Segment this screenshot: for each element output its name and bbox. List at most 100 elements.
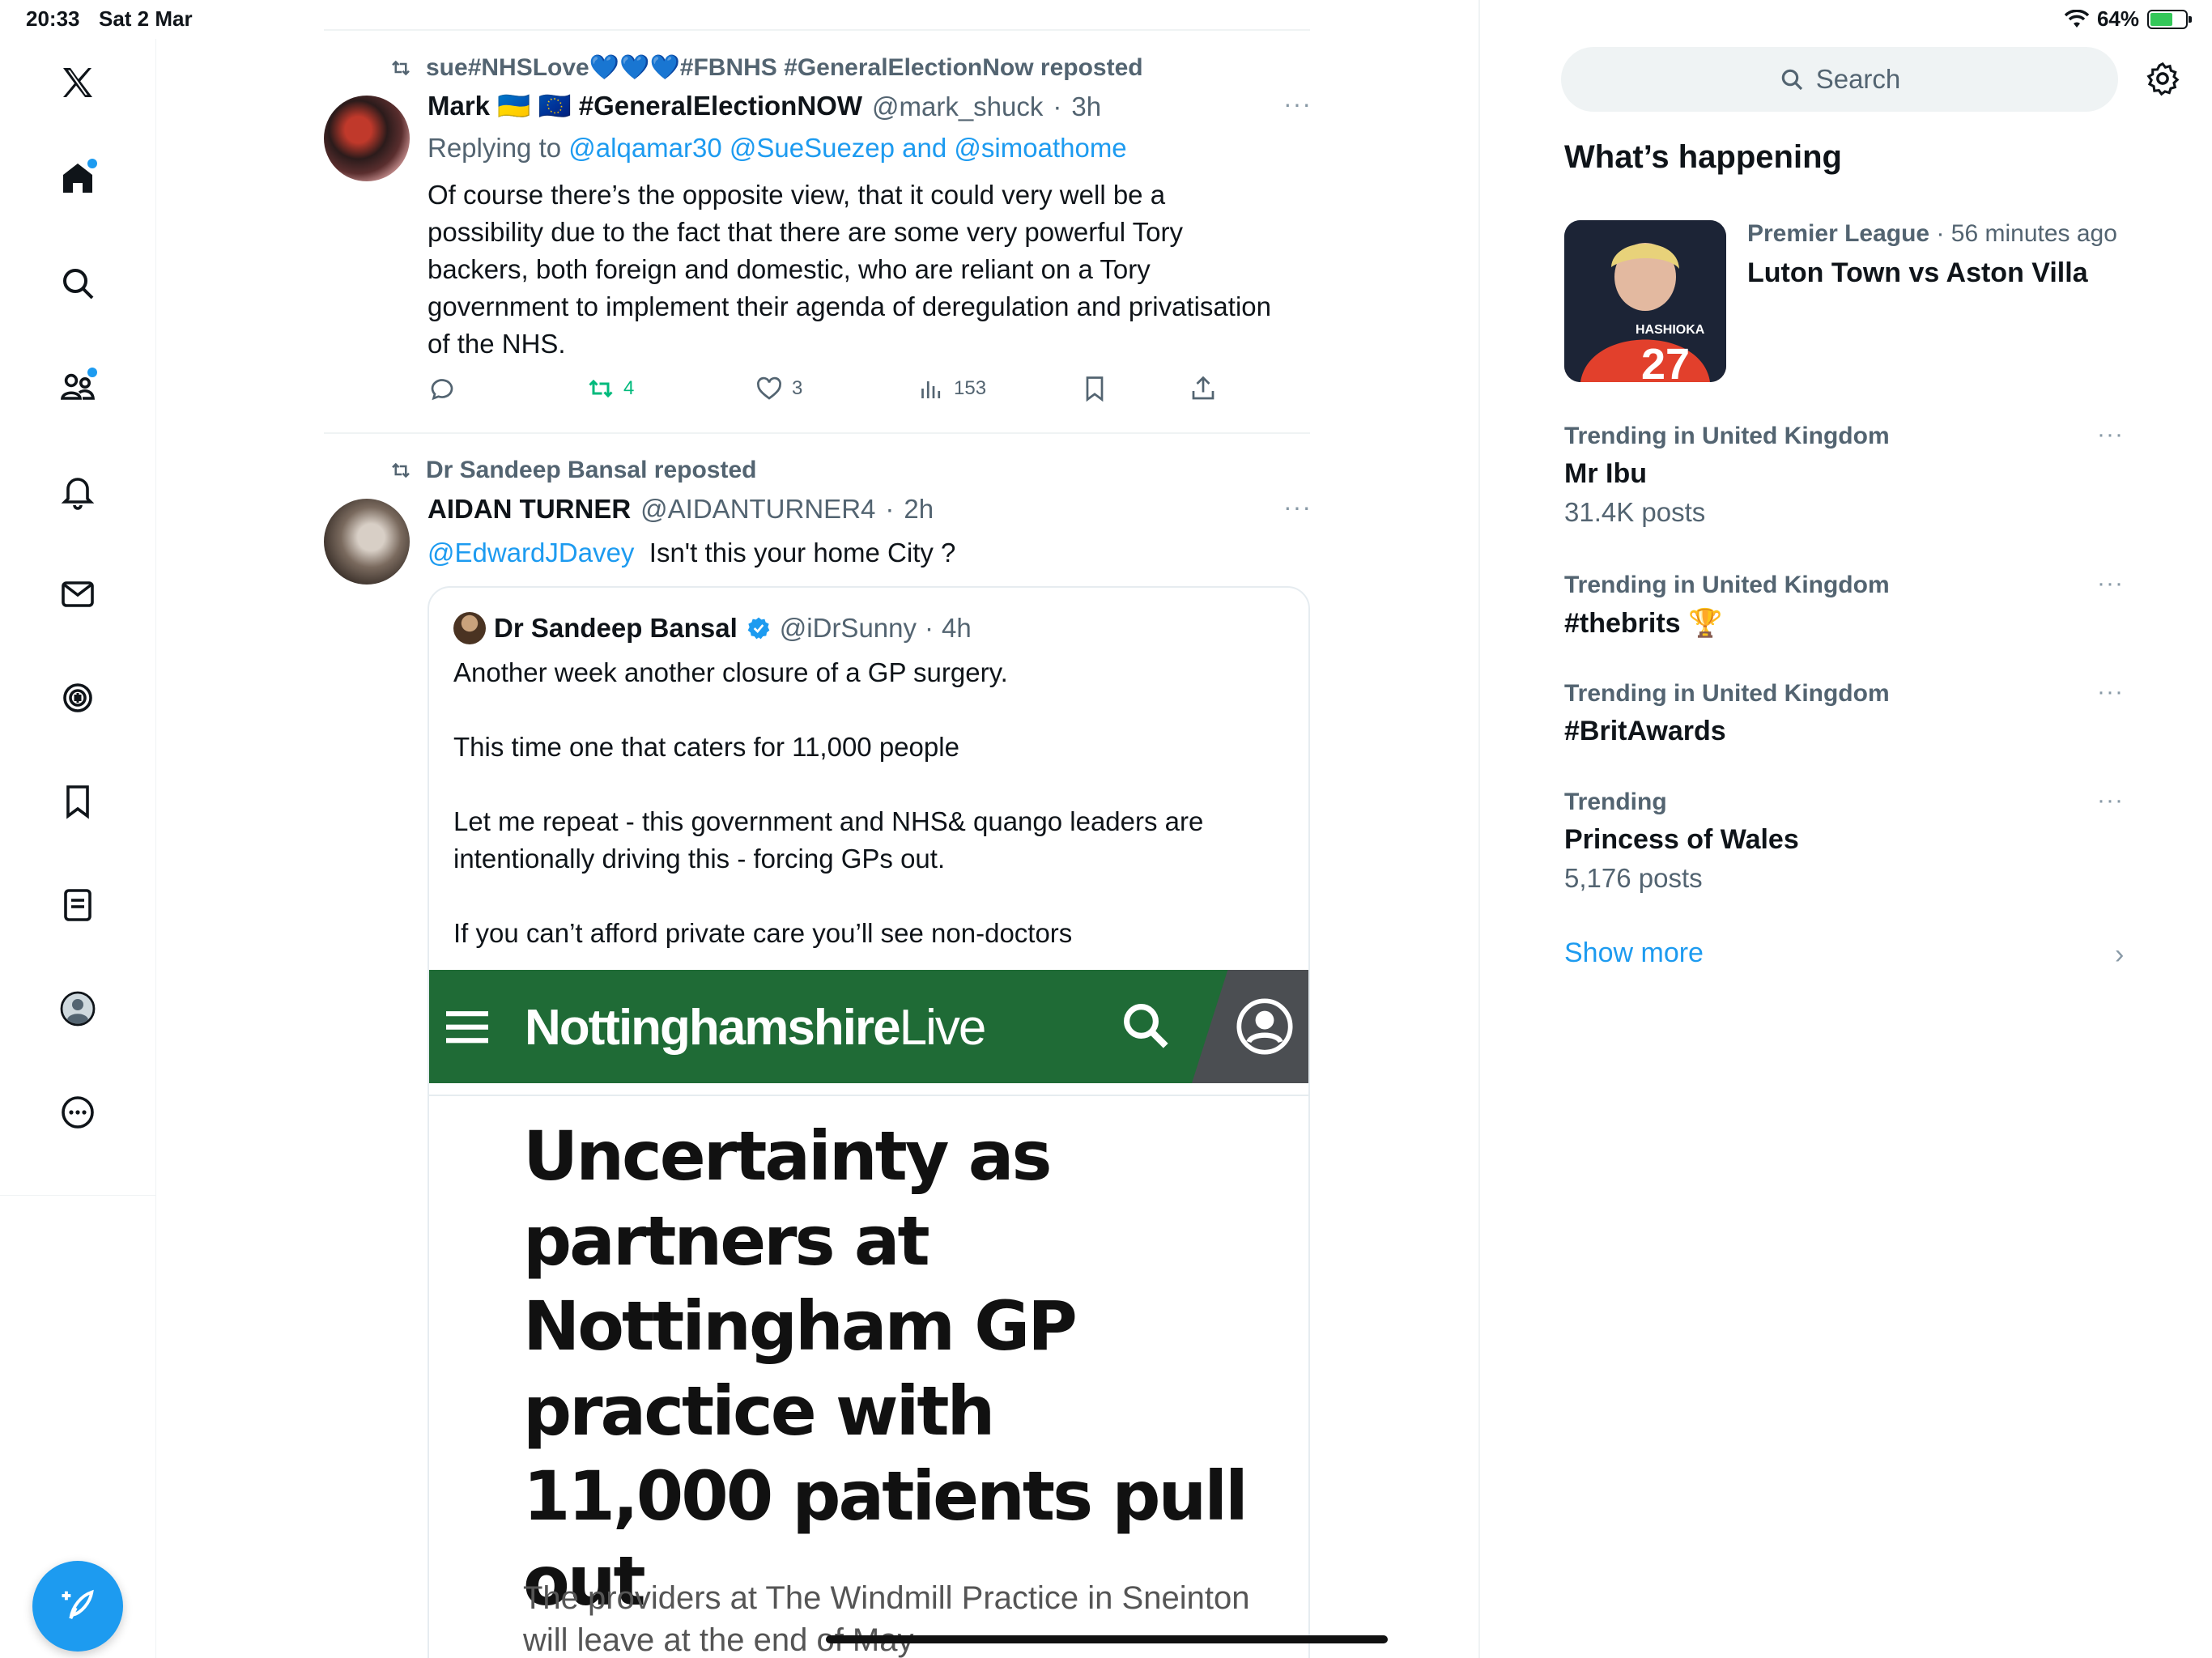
mention-link[interactable]: @EdwardJDavey <box>428 538 634 568</box>
featured-time: 56 minutes ago <box>1950 220 2117 247</box>
bookmark-button[interactable] <box>1080 374 1109 403</box>
replying-to: Replying to @alqamar30 @SueSuezep and @s… <box>428 133 1127 164</box>
reply-icon <box>431 379 453 401</box>
search-input[interactable]: Search <box>1561 47 2118 112</box>
repost-indicator: sue#NHSLove💙💙💙#FBNHS #GeneralElectionNow… <box>387 53 1143 82</box>
quoted-text: Another week another closure of a GP sur… <box>453 654 1287 989</box>
tweet-header: Mark 🇺🇦 🇪🇺 #GeneralElectionNOW @mark_shu… <box>428 91 1102 122</box>
featured-trend-title: Luton Town vs Aston Villa <box>1747 257 2088 288</box>
tweet-divider <box>324 432 1310 434</box>
author-avatar[interactable] <box>324 96 410 181</box>
author-handle[interactable]: @mark_shuck <box>872 91 1043 122</box>
trend-more-icon[interactable]: ··· <box>2097 678 2124 706</box>
like-button[interactable]: 3 <box>755 374 802 403</box>
trend-category: Trending <box>1564 789 1667 815</box>
featured-category: Premier League <box>1747 220 1930 247</box>
replying-prefix: Replying to <box>428 133 562 163</box>
share-icon <box>1192 376 1214 400</box>
author-avatar[interactable] <box>324 499 410 585</box>
bookmarks-icon[interactable] <box>47 771 108 832</box>
profile-avatar-icon[interactable] <box>47 978 108 1039</box>
battery-icon <box>2147 9 2192 29</box>
quoted-paragraph: Another week another closure of a GP sur… <box>453 657 1008 687</box>
nottinghamshire-live-logo: NottinghamshireLive <box>525 1000 986 1056</box>
explore-search-icon[interactable] <box>47 253 108 314</box>
repost-icon <box>392 60 410 75</box>
trend-name: Mr Ibu <box>1564 458 1647 489</box>
notifications-bell-icon[interactable] <box>47 460 108 521</box>
tweet-actions: 4 3 153 <box>428 374 1237 414</box>
views-chart-icon <box>921 381 941 398</box>
column-divider <box>1478 0 1480 1658</box>
lists-icon[interactable] <box>47 874 108 936</box>
messages-envelope-icon[interactable] <box>47 563 108 625</box>
trend-posts: 31.4K posts <box>1564 497 1706 527</box>
trend-category: Trending in United Kingdom <box>1564 680 1890 707</box>
spaces-icon[interactable] <box>47 667 108 729</box>
quoted-tweet[interactable]: Dr Sandeep Bansal @iDrSunny · 4h Another… <box>428 586 1310 1658</box>
tweet-time: 3h <box>1071 91 1102 121</box>
quoted-paragraph: This time one that caters for 11,000 peo… <box>453 732 959 762</box>
repost-by-text: sue#NHSLove💙💙💙#FBNHS #GeneralElectionNow… <box>426 54 1143 81</box>
reply-button[interactable] <box>428 374 457 403</box>
retweet-button[interactable]: 4 <box>586 374 634 403</box>
compose-feather-icon <box>62 1589 94 1620</box>
communities-icon[interactable] <box>47 356 108 418</box>
views-button[interactable]: 153 <box>917 374 986 403</box>
quoted-header: Dr Sandeep Bansal @iDrSunny · 4h <box>453 612 972 644</box>
search-placeholder: Search <box>1815 64 1901 94</box>
nav-divider <box>0 1195 156 1196</box>
sidebar-nav <box>0 39 156 1658</box>
repost-by-text: Dr Sandeep Bansal reposted <box>426 457 757 483</box>
retweet-icon <box>589 379 613 398</box>
author-name[interactable]: Mark 🇺🇦 🇪🇺 #GeneralElectionNOW <box>428 91 862 122</box>
replying-to-handles[interactable]: @alqamar30 @SueSuezep and @simoathome <box>568 133 1126 163</box>
wifi-icon <box>2064 9 2089 28</box>
article-account-icon <box>1236 998 1293 1055</box>
home-icon[interactable] <box>47 147 108 209</box>
trend-name: #BritAwards <box>1564 716 1726 746</box>
status-date: Sat 2 Mar <box>99 6 193 31</box>
quoted-paragraph: If you can’t afford private care you’ll … <box>453 918 1073 948</box>
author-name[interactable]: AIDAN TURNER <box>428 494 631 525</box>
status-time: 20:33 <box>26 6 80 31</box>
featured-trend-meta: Premier League · 56 minutes ago <box>1747 220 2117 247</box>
tweet-text: Of course there’s the opposite view, tha… <box>428 180 1271 359</box>
tweet-more-icon[interactable]: ··· <box>1283 492 1312 522</box>
quoted-time: 4h <box>942 613 972 643</box>
featured-trend-image: HASHIOKA 27 <box>1564 220 1726 382</box>
quoted-author-name: Dr Sandeep Bansal <box>494 613 738 643</box>
battery-percent: 64% <box>2096 6 2139 31</box>
settings-gear-icon[interactable] <box>2144 60 2181 97</box>
tweet-body: Isn't this your home City ? <box>649 538 956 568</box>
bookmark-icon <box>1086 376 1104 402</box>
search-icon <box>1781 69 1802 91</box>
tweet-time: 2h <box>904 494 934 524</box>
compose-post-button[interactable] <box>32 1561 123 1652</box>
x-logo-icon[interactable] <box>47 52 108 113</box>
retweet-count: 4 <box>623 377 635 399</box>
hamburger-menu-icon <box>446 1011 488 1044</box>
timeline: sue#NHSLove💙💙💙#FBNHS #GeneralElectionNow… <box>324 0 1312 1658</box>
more-options-icon[interactable] <box>47 1082 108 1143</box>
trend-posts: 5,176 posts <box>1564 863 1703 893</box>
tweet-header: AIDAN TURNER @AIDANTURNER4 · 2h <box>428 494 934 525</box>
quoted-author-handle: @iDrSunny <box>779 613 917 643</box>
article-standfirst: The providers at The Windmill Practice i… <box>523 1580 1250 1658</box>
article-headline: Uncertainty as partners at Nottingham GP… <box>523 1116 1249 1621</box>
trend-more-icon[interactable]: ··· <box>2097 421 2124 449</box>
tweet-more-icon[interactable]: ··· <box>1283 89 1312 119</box>
author-handle[interactable]: @AIDANTURNER4 <box>640 494 875 525</box>
jersey-name: HASHIOKA <box>1636 323 1705 337</box>
trend-more-icon[interactable]: ··· <box>2097 570 2124 597</box>
trend-name: #thebrits 🏆 <box>1564 608 1723 639</box>
trend-more-icon[interactable]: ··· <box>2097 787 2124 814</box>
communities-notification-dot <box>87 368 97 377</box>
whats-happening-title: What’s happening <box>1564 139 1842 175</box>
show-more-link[interactable]: Show more <box>1564 937 1704 969</box>
status-right: 64% <box>2064 6 2192 32</box>
share-button[interactable] <box>1189 374 1218 403</box>
timeline-divider-top <box>324 29 1310 31</box>
article-screenshot[interactable]: NottinghamshireLive Uncertainty as partn… <box>429 970 1308 1658</box>
home-indicator[interactable] <box>826 1635 1388 1643</box>
